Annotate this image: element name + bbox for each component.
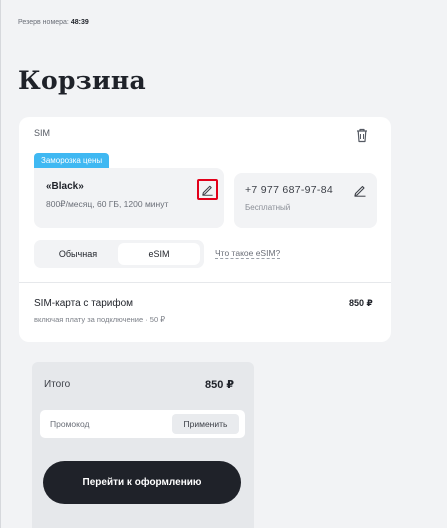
page-title: Корзина [18,66,146,95]
reserve-time: 48:39 [70,19,89,26]
reserve-label: Резерв номера: [18,19,69,26]
total-label: Итого [44,379,71,390]
cart-page: Резерв номера: 48:39 Корзина SIM Замороз… [0,0,447,528]
tariff-box: «Black» 800₽/месяц, 60 ГБ, 1200 минут [34,168,224,228]
phone-number: +7 977 687-97-84 [245,184,333,196]
promo-code-input[interactable] [40,410,170,438]
price-freeze-badge: Заморозка цены [34,153,110,168]
pencil-icon[interactable] [353,183,367,197]
pencil-icon [202,185,213,196]
what-is-esim-link[interactable]: Что такое eSIM? [215,248,281,259]
phone-number-box: +7 977 687-97-84 Бесплатный [234,173,377,228]
sim-type-esim[interactable]: eSIM [118,243,200,265]
line-item-title: SIM-карта с тарифом [34,298,134,309]
sim-type-toggle: Обычная eSIM [34,240,204,268]
line-item-price: 850 ₽ [349,298,373,308]
order-summary: Итого 850 ₽ Применить Перейти к оформлен… [32,362,254,528]
phone-price-note: Бесплатный [245,203,291,212]
reserve-timer: Резерв номера: 48:39 [18,19,89,26]
sim-type-regular[interactable]: Обычная [38,243,118,265]
divider [19,282,391,283]
tariff-details: 800₽/месяц, 60 ГБ, 1200 минут [46,199,169,209]
trash-icon[interactable] [355,127,369,143]
line-item-subtitle: включая плату за подключение · 50 ₽ [34,315,165,324]
total-value: 850 ₽ [205,379,235,391]
apply-promo-button[interactable]: Применить [172,414,239,434]
promo-code-field: Применить [40,410,245,438]
checkout-button[interactable]: Перейти к оформлению [43,461,241,504]
section-label: SIM [34,128,51,138]
cart-item-card: SIM Заморозка цены «Black» 800₽/месяц, 6… [19,117,391,342]
tariff-name: «Black» [46,181,84,192]
edit-tariff-button[interactable] [197,179,218,200]
